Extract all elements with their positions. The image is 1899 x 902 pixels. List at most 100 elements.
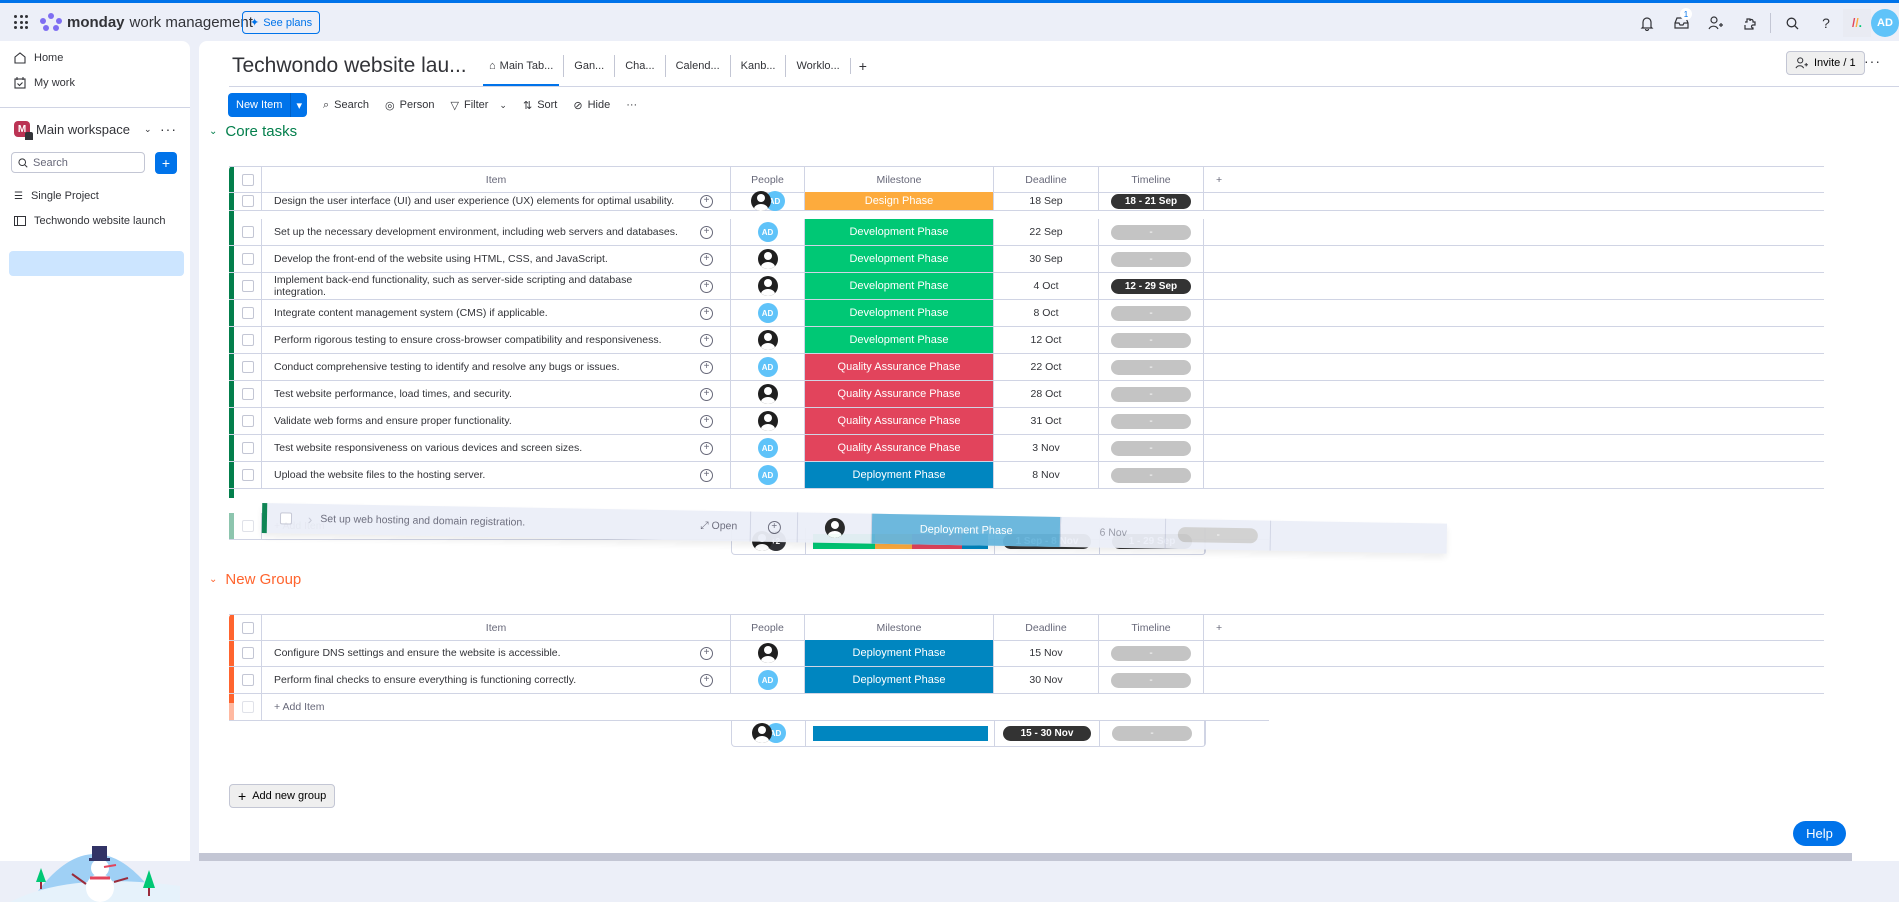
timeline-pill[interactable]: - xyxy=(1111,645,1191,661)
row-checkbox[interactable] xyxy=(241,334,254,346)
sidebar-item-home[interactable]: Home xyxy=(14,52,63,64)
row-item-name[interactable]: Perform final checks to ensure everythin… xyxy=(262,667,683,693)
row-checkbox[interactable] xyxy=(241,674,254,686)
deadline-cell[interactable]: 6 Nov xyxy=(1060,516,1167,549)
person-avatar[interactable] xyxy=(750,191,771,211)
deadline-cell[interactable]: 30 Sep xyxy=(994,246,1099,272)
table-row[interactable]: Perform rigorous testing to ensure cross… xyxy=(229,327,1824,354)
timeline-pill[interactable]: 18 - 21 Sep xyxy=(1111,193,1191,209)
new-item-button[interactable]: New Item ▾ xyxy=(228,93,307,117)
column-header-people[interactable]: People xyxy=(731,615,805,640)
person-avatar[interactable] xyxy=(757,330,778,350)
help-button[interactable]: Help xyxy=(1793,821,1846,846)
add-item-row[interactable]: + Add Item xyxy=(229,694,1269,721)
timeline-pill[interactable]: - xyxy=(1111,413,1191,429)
person-avatar[interactable] xyxy=(824,517,845,539)
deadline-cell[interactable]: 22 Sep xyxy=(994,219,1099,245)
row-checkbox[interactable] xyxy=(241,280,254,292)
toolbar-more-icon[interactable]: ··· xyxy=(626,99,637,111)
people-cell[interactable]: AD xyxy=(731,219,805,245)
person-avatar[interactable] xyxy=(757,249,778,269)
people-cell[interactable] xyxy=(731,327,805,353)
deadline-cell[interactable]: 8 Oct xyxy=(994,300,1099,326)
user-avatar[interactable]: AD xyxy=(757,465,778,485)
integrations-icon[interactable] xyxy=(1732,6,1766,40)
chevron-down-icon[interactable]: ⌄ xyxy=(209,574,217,585)
table-row[interactable]: Integrate content management system (CMS… xyxy=(229,300,1824,327)
timeline-pill[interactable]: - xyxy=(1111,359,1191,375)
deadline-cell[interactable]: 28 Oct xyxy=(994,381,1099,407)
add-update-icon[interactable]: + xyxy=(700,225,713,239)
table-row[interactable]: Configure DNS settings and ensure the we… xyxy=(229,640,1824,667)
row-item-name[interactable]: Set up the necessary development environ… xyxy=(262,219,683,245)
people-cell[interactable] xyxy=(731,408,805,434)
select-all-checkbox[interactable] xyxy=(241,173,254,186)
table-row[interactable]: Conduct comprehensive testing to identif… xyxy=(229,354,1824,381)
sort-button[interactable]: ⇅ Sort xyxy=(523,99,557,112)
row-item-name[interactable]: Implement back-end functionality, such a… xyxy=(262,273,683,299)
row-item-name[interactable]: Develop the front-end of the website usi… xyxy=(262,246,683,272)
column-header-deadline[interactable]: Deadline xyxy=(994,167,1099,192)
tab-kanban[interactable]: Kanb... xyxy=(729,55,786,77)
milestone-status[interactable]: Quality Assurance Phase xyxy=(805,435,994,461)
row-checkbox[interactable] xyxy=(241,226,254,238)
workspace-more-icon[interactable]: ··· xyxy=(160,121,177,137)
row-item-name[interactable]: Test website responsiveness on various d… xyxy=(262,435,683,461)
timeline-pill[interactable]: - xyxy=(1111,440,1191,456)
people-cell[interactable] xyxy=(731,246,805,272)
column-header-milestone[interactable]: Milestone xyxy=(805,167,994,192)
timeline-pill[interactable]: - xyxy=(1111,467,1191,483)
add-column-icon[interactable]: + xyxy=(1204,167,1824,192)
open-item-button[interactable]: ⤢ Open xyxy=(700,519,750,533)
row-item-name[interactable]: Validate web forms and ensure proper fun… xyxy=(262,408,683,434)
deadline-cell[interactable]: 8 Nov xyxy=(994,462,1099,488)
table-row[interactable]: Upload the website files to the hosting … xyxy=(229,462,1824,489)
hide-button[interactable]: ⊘ Hide xyxy=(573,99,610,112)
board-more-icon[interactable]: ··· xyxy=(1864,53,1881,69)
column-header-item[interactable]: Item xyxy=(262,615,731,640)
add-update-icon[interactable]: + xyxy=(700,333,713,347)
timeline-pill[interactable]: - xyxy=(1111,305,1191,321)
people-cell[interactable]: AD xyxy=(731,667,805,693)
people-cell[interactable] xyxy=(731,640,805,666)
column-header-milestone[interactable]: Milestone xyxy=(805,615,994,640)
person-avatar[interactable] xyxy=(757,643,778,663)
row-checkbox[interactable] xyxy=(241,361,254,373)
user-avatar[interactable]: AD xyxy=(757,357,778,377)
deadline-cell[interactable]: 31 Oct xyxy=(994,408,1099,434)
workspace-selector[interactable]: M Main workspace ⌄ xyxy=(14,121,151,140)
table-row[interactable]: Set up the necessary development environ… xyxy=(229,219,1824,246)
group-title[interactable]: ⌄ New Group xyxy=(209,571,301,588)
bell-icon[interactable] xyxy=(1630,6,1664,40)
milestone-status[interactable]: Quality Assurance Phase xyxy=(805,354,994,380)
group-title[interactable]: ⌄ Core tasks xyxy=(209,123,297,140)
add-update-icon[interactable]: + xyxy=(700,360,713,374)
add-update-icon[interactable]: + xyxy=(700,414,713,428)
add-update-icon[interactable]: + xyxy=(700,387,713,401)
deadline-cell[interactable]: 4 Oct xyxy=(994,273,1099,299)
milestone-status[interactable]: Deployment Phase xyxy=(805,640,994,666)
add-board-button[interactable]: + xyxy=(155,152,177,174)
milestone-status[interactable]: Deployment Phase xyxy=(871,513,1062,547)
monday-logo[interactable]: monday work management xyxy=(40,13,253,31)
add-new-group-button[interactable]: + Add new group xyxy=(229,784,336,808)
table-row[interactable]: Perform final checks to ensure everythin… xyxy=(229,667,1824,694)
column-header-item[interactable]: Item xyxy=(262,167,731,192)
milestone-status[interactable]: Development Phase xyxy=(805,219,994,245)
deadline-cell[interactable]: 30 Nov xyxy=(994,667,1099,693)
search-button[interactable]: ⌕ Search xyxy=(323,99,369,112)
milestone-status[interactable]: Development Phase xyxy=(805,246,994,272)
expand-chevron-icon[interactable]: › xyxy=(308,511,313,526)
tab-main-table[interactable]: ⌂ Main Tab... xyxy=(479,55,563,86)
row-checkbox[interactable] xyxy=(241,388,254,400)
table-row[interactable]: Develop the front-end of the website usi… xyxy=(229,246,1824,273)
column-header-timeline[interactable]: Timeline xyxy=(1099,167,1204,192)
row-checkbox[interactable] xyxy=(241,415,254,427)
milestone-status[interactable]: Design Phase xyxy=(805,192,994,210)
people-cell[interactable]: AD xyxy=(731,300,805,326)
row-item-name[interactable]: Design the user interface (UI) and user … xyxy=(262,192,683,210)
see-plans-button[interactable]: ✦ See plans xyxy=(242,11,321,34)
chevron-down-icon[interactable]: ▾ xyxy=(290,93,307,117)
table-row[interactable]: Validate web forms and ensure proper fun… xyxy=(229,408,1824,435)
deadline-cell[interactable]: 12 Oct xyxy=(994,327,1099,353)
